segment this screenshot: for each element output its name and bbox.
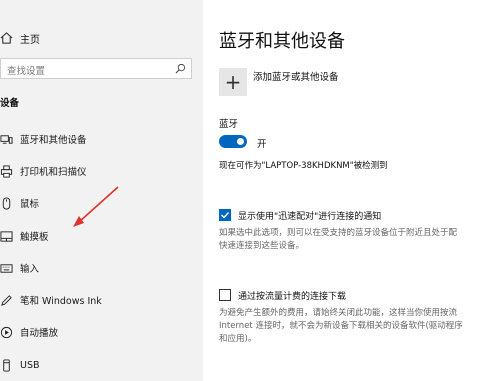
sidebar-item-label: 笔和 Windows Ink [20, 296, 102, 307]
swift-pair-checkbox[interactable] [219, 209, 231, 221]
sidebar-item-label: 自动播放 [20, 328, 59, 339]
sidebar-item-label: 输入 [20, 264, 40, 275]
checkmark-icon [221, 212, 230, 219]
usb-icon [3, 358, 10, 372]
home-icon [0, 32, 13, 44]
keyboard-icon [0, 263, 13, 273]
sidebar-item-label: 蓝牙和其他设备 [20, 135, 87, 146]
sidebar-section-title: 设备 [0, 98, 20, 109]
mouse-icon [2, 196, 11, 210]
swift-pair-label[interactable]: 显示使用"迅速配对"进行连接的通知 [238, 209, 381, 222]
sidebar-item-label: 鼠标 [20, 199, 40, 210]
swift-pair-desc-line: 如果选中此选项，则可以在受支持的蓝牙设备位于附近且处于配 [219, 228, 458, 238]
settings-sidebar: 主页 查找设置 设备 蓝牙和其他设备 打印机和扫描仪 鼠标 触摸板 输入 笔和 … [0, 0, 203, 381]
sidebar-item-mouse[interactable]: 鼠标 [0, 194, 200, 212]
sidebar-item-autoplay[interactable]: 自动播放 [0, 323, 200, 341]
bluetooth-toggle[interactable] [219, 135, 247, 148]
add-device-label[interactable]: 添加蓝牙或其他设备 [253, 69, 339, 83]
plus-icon: + [224, 70, 242, 94]
sidebar-item-pen[interactable]: 笔和 Windows Ink [0, 291, 200, 309]
sidebar-item-printers[interactable]: 打印机和扫描仪 [0, 162, 200, 180]
sidebar-item-bluetooth[interactable]: 蓝牙和其他设备 [0, 130, 200, 148]
touchpad-icon [0, 230, 13, 242]
swift-pair-desc-line: 快速连接到这些设备。 [219, 241, 305, 251]
search-placeholder: 查找设置 [7, 66, 46, 77]
toggle-knob [237, 138, 244, 145]
metered-download-label[interactable]: 通过按流量计费的连接下载 [238, 289, 346, 302]
metered-download-checkbox[interactable] [219, 289, 231, 301]
discoverable-text: 现在可作为"LAPTOP-38KHDKNM"被检测到 [219, 161, 388, 171]
sidebar-item-touchpad[interactable]: 触摸板 [0, 227, 200, 245]
search-icon [175, 63, 186, 74]
metered-desc-line: 为避免产生额外的费用，请始终关闭此功能，这样当你使用按流 [219, 308, 458, 318]
sidebar-item-label: USB [20, 359, 40, 371]
sidebar-item-label: 触摸板 [20, 232, 49, 243]
add-device-button[interactable]: + [219, 68, 247, 96]
sidebar-item-label: 打印机和扫描仪 [20, 167, 87, 178]
bluetooth-devices-icon [0, 134, 13, 144]
metered-desc-line: 和应用)。 [219, 334, 257, 344]
pen-icon [1, 294, 12, 306]
bluetooth-label: 蓝牙 [219, 119, 239, 130]
autoplay-icon [0, 326, 13, 338]
sidebar-home-label: 主页 [20, 34, 40, 46]
sidebar-item-input[interactable]: 输入 [0, 259, 200, 277]
sidebar-home[interactable]: 主页 [0, 29, 40, 47]
bluetooth-state: 开 [257, 139, 267, 150]
search-input[interactable]: 查找设置 [0, 58, 192, 79]
printer-icon [0, 164, 13, 178]
sidebar-item-usb[interactable]: USB [0, 356, 200, 374]
page-title: 蓝牙和其他设备 [219, 31, 345, 52]
metered-desc-line: Internet 连接时，就不会为新设备下载相关的设备软件(驱动程序 [219, 321, 463, 331]
